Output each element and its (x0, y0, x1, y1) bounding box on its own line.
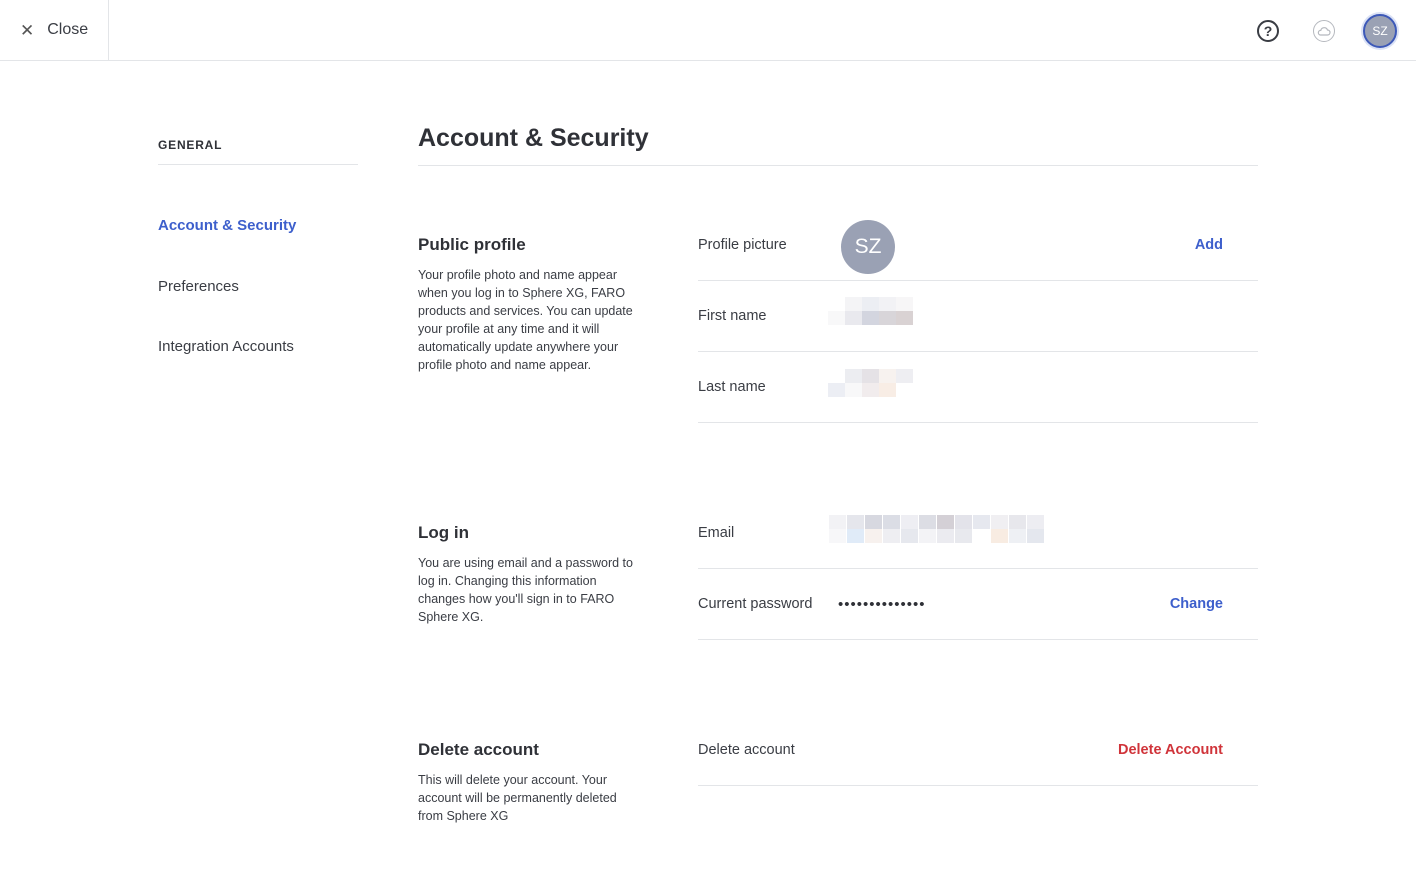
avatar: SZ (1363, 14, 1397, 48)
first-name-value-redacted (828, 297, 930, 325)
email-label: Email (698, 525, 735, 541)
settings-sidebar: GENERAL Account & Security Preferences I… (158, 138, 358, 355)
top-bar: ✕ Close ? SZ (0, 0, 1416, 61)
sidebar-item-preferences[interactable]: Preferences (158, 278, 239, 295)
add-picture-button[interactable]: Add (1195, 210, 1223, 280)
help-button[interactable]: ? (1250, 13, 1286, 49)
last-name-row: Last name (698, 352, 1258, 423)
email-value-redacted (829, 515, 1045, 543)
sidebar-item-integration-accounts[interactable]: Integration Accounts (158, 338, 294, 355)
log-in-heading: Log in (418, 523, 469, 542)
user-menu-button[interactable]: SZ (1362, 13, 1398, 49)
close-button[interactable]: ✕ Close (0, 0, 109, 60)
public-profile-description: Your profile photo and name appear when … (418, 268, 633, 372)
change-password-button[interactable]: Change (1170, 569, 1223, 639)
page-title: Account & Security (418, 124, 1258, 166)
password-label: Current password (698, 596, 813, 612)
profile-picture-label: Profile picture (698, 237, 787, 253)
last-name-value-redacted (828, 369, 913, 397)
delete-account-row: Delete account Delete Account (698, 715, 1258, 786)
sidebar-item-account-security[interactable]: Account & Security (158, 217, 296, 234)
first-name-label: First name (698, 308, 767, 324)
first-name-row: First name (698, 281, 1258, 352)
close-icon: ✕ (20, 20, 35, 40)
delete-account-label: Delete account (698, 742, 795, 758)
profile-picture-row: Profile picture SZ Add (698, 210, 1258, 281)
delete-account-button[interactable]: Delete Account (1118, 715, 1223, 785)
password-row: Current password •••••••••••••• Change (698, 569, 1258, 640)
close-label: Close (47, 21, 89, 38)
delete-account-heading: Delete account (418, 740, 539, 759)
sidebar-section-title: GENERAL (158, 138, 358, 165)
cloud-icon (1313, 20, 1335, 42)
password-value: •••••••••••••• (838, 595, 926, 613)
cloud-button[interactable] (1306, 13, 1342, 49)
delete-account-description: This will delete your account. Your acco… (418, 773, 617, 823)
main-content: Account & Security (418, 124, 1258, 166)
public-profile-heading: Public profile (418, 235, 526, 254)
help-icon: ? (1257, 20, 1279, 42)
top-icons: ? SZ (1230, 13, 1398, 49)
profile-avatar: SZ (841, 220, 895, 274)
email-row: Email (698, 498, 1258, 569)
log-in-description: You are using email and a password to lo… (418, 556, 633, 624)
last-name-label: Last name (698, 379, 766, 395)
